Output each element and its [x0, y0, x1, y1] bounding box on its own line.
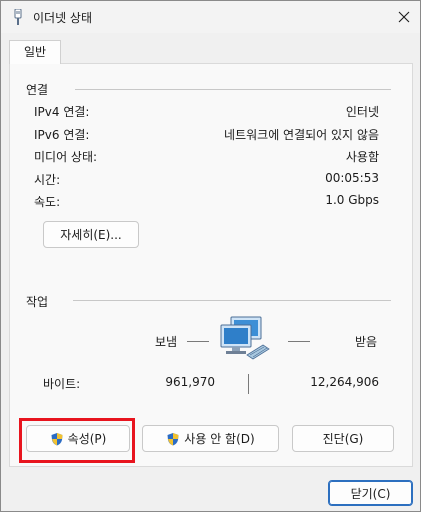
tab-panel: [9, 63, 413, 467]
ipv4-label: IPv4 연결:: [34, 105, 90, 119]
connection-section-title: 연결: [26, 83, 49, 97]
bytes-received-value: 12,264,906: [310, 375, 379, 389]
close-icon: [398, 11, 410, 23]
tab-general[interactable]: 일반: [9, 40, 61, 64]
properties-button[interactable]: 속성(P): [26, 425, 130, 452]
speed-label: 속도:: [34, 195, 61, 209]
disable-button-label: 사용 안 함(D): [184, 432, 255, 446]
speed-value: 1.0 Gbps: [325, 193, 379, 207]
ipv4-value: 인터넷: [345, 105, 379, 119]
bytes-separator: [248, 374, 249, 394]
uac-shield-icon: [51, 432, 63, 445]
uac-shield-icon: [167, 432, 179, 445]
sent-label: 보냄: [155, 335, 178, 349]
bytes-label: 바이트:: [43, 377, 81, 391]
close-button[interactable]: 닫기(C): [328, 480, 413, 506]
ipv6-value: 네트워크에 연결되어 있지 않음: [224, 128, 379, 142]
activity-section-title: 작업: [26, 295, 49, 309]
ipv6-label: IPv6 연결:: [34, 128, 90, 142]
ethernet-status-window: 이더넷 상태 일반 연결 IPv4 연결: 인터넷 IPv6 연결: 네트워크에…: [0, 0, 421, 512]
title-bar: 이더넷 상태: [1, 1, 420, 33]
ethernet-connector-icon: [14, 9, 22, 25]
received-label: 받음: [355, 335, 378, 349]
diagnose-button[interactable]: 진단(G): [292, 425, 394, 452]
close-window-button[interactable]: [392, 5, 416, 29]
activity-divider: [73, 300, 391, 301]
window-title: 이더넷 상태: [33, 11, 93, 25]
details-button[interactable]: 자세히(E)...: [43, 221, 139, 248]
sent-dash: [187, 341, 209, 342]
network-computers-icon: [220, 316, 270, 360]
media-state-label: 미디어 상태:: [34, 150, 98, 164]
media-state-value: 사용함: [345, 150, 379, 164]
received-dash: [288, 341, 310, 342]
connection-divider: [75, 89, 391, 90]
properties-button-label: 속성(P): [67, 432, 107, 446]
disable-button[interactable]: 사용 안 함(D): [142, 425, 279, 452]
duration-value: 00:05:53: [325, 171, 379, 185]
bytes-sent-value: 961,970: [165, 375, 215, 389]
duration-label: 시간:: [34, 173, 61, 187]
